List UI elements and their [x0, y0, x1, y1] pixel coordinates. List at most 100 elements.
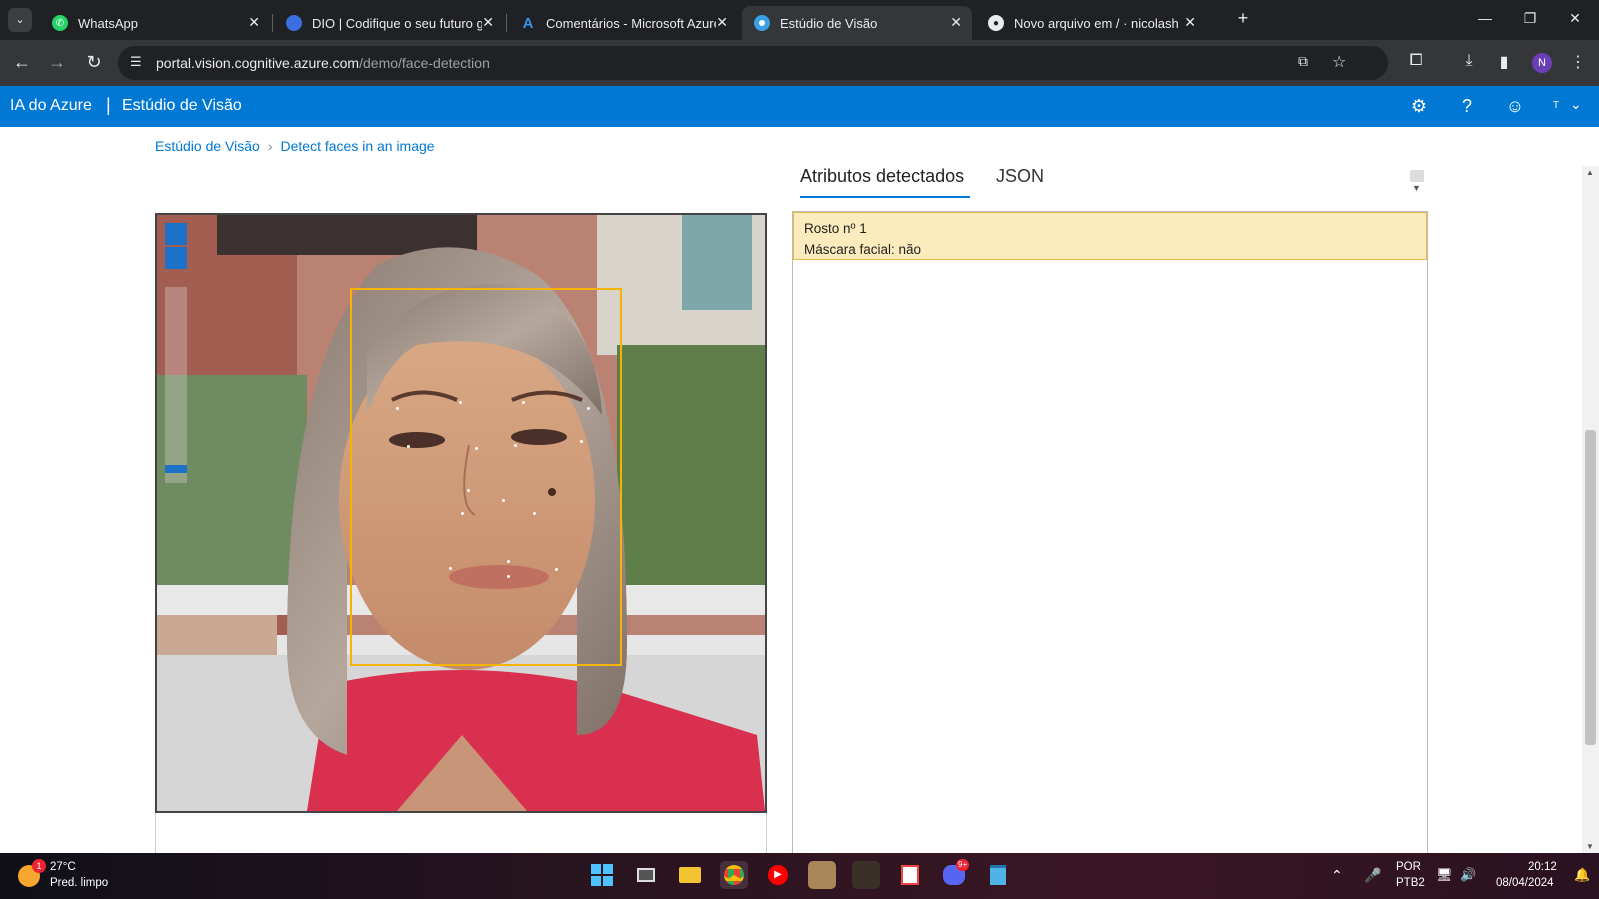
microphone-icon[interactable]: 🎤: [1364, 867, 1381, 884]
network-icon[interactable]: 🖥: [1436, 867, 1453, 883]
close-tab-icon[interactable]: ✕: [248, 14, 260, 31]
studio-title[interactable]: Estúdio de Visão: [122, 97, 242, 115]
new-tab-button[interactable]: +: [1228, 8, 1258, 29]
user-account-initial[interactable]: T: [1553, 100, 1559, 111]
results-scrollbar[interactable]: ▼: [1410, 168, 1424, 196]
zoom-slider-handle[interactable]: [165, 465, 187, 473]
weather-temp: 27°C: [50, 861, 76, 873]
zoom-in-button[interactable]: [165, 223, 187, 245]
snipping-tool-icon[interactable]: [896, 861, 924, 889]
page-scrollbar[interactable]: ▲ ▼: [1582, 166, 1599, 856]
azure-icon: A: [522, 14, 534, 32]
landmark-point: [522, 401, 525, 404]
weather-badge: 1: [32, 859, 46, 873]
address-bar[interactable]: ☰ portal.vision.cognitive.azure.com/demo…: [118, 46, 1388, 80]
zoom-out-button[interactable]: [165, 247, 187, 269]
bookmark-star-icon[interactable]: ☆: [1332, 52, 1346, 72]
language-bottom[interactable]: PTB2: [1396, 877, 1425, 889]
tab-detected-attributes[interactable]: Atributos detectados: [800, 166, 964, 187]
app-dark-thumbnail-icon[interactable]: [852, 861, 880, 889]
landmark-point: [449, 567, 452, 570]
image-panel-footer: [155, 813, 767, 853]
volume-icon[interactable]: 🔊: [1460, 867, 1476, 883]
azure-header: IA do Azure | Estúdio de Visão ⚙ ? ☺ T ⌄: [0, 86, 1599, 127]
language-top[interactable]: POR: [1396, 861, 1421, 873]
tab-separator: [506, 14, 507, 32]
breadcrumb-root-link[interactable]: Estúdio de Visão: [155, 138, 260, 154]
clock-time[interactable]: 20:12: [1528, 861, 1557, 873]
scroll-down-icon[interactable]: ▼: [1412, 183, 1421, 193]
landmark-point: [459, 401, 462, 404]
scroll-up-icon[interactable]: ▲: [1586, 168, 1594, 177]
tab-search-button[interactable]: ⌄: [8, 8, 32, 32]
landmark-point: [467, 489, 470, 492]
close-tab-icon[interactable]: ✕: [482, 14, 494, 31]
clock-date[interactable]: 08/04/2024: [1496, 877, 1554, 889]
browser-tab-strip: ⌄ ✆ WhatsApp ✕ DIO | Codifique o seu fut…: [0, 0, 1599, 40]
chevron-up-icon[interactable]: ⌃: [1331, 867, 1343, 884]
github-icon: ●: [988, 15, 1004, 31]
profile-avatar[interactable]: N: [1532, 53, 1552, 73]
browser-tab-azure[interactable]: A Comentários - Microsoft Azure ✕: [508, 6, 738, 40]
chrome-icon[interactable]: [720, 861, 748, 889]
scroll-thumb[interactable]: [1410, 170, 1424, 182]
browser-tab-dio[interactable]: DIO | Codifique o seu futuro gl ✕: [274, 6, 504, 40]
landmark-point: [507, 575, 510, 578]
close-window-icon[interactable]: ✕: [1560, 10, 1590, 27]
help-icon[interactable]: ?: [1455, 96, 1479, 117]
zoom-slider-track[interactable]: [165, 287, 187, 483]
settings-gear-icon[interactable]: ⚙: [1407, 96, 1431, 117]
forward-arrow-icon[interactable]: →: [46, 52, 68, 73]
brand-link[interactable]: IA do Azure: [10, 97, 92, 115]
url-text[interactable]: portal.vision.cognitive.azure.com/demo/f…: [156, 55, 490, 71]
landmark-point: [502, 499, 505, 502]
face-bounding-box[interactable]: [350, 288, 622, 666]
landmark-point: [461, 512, 464, 515]
page-scroll-thumb[interactable]: [1585, 430, 1596, 745]
restore-icon[interactable]: ❐: [1515, 10, 1545, 27]
close-tab-icon[interactable]: ✕: [716, 14, 728, 31]
whatsapp-icon: ✆: [52, 15, 68, 31]
feedback-smiley-icon[interactable]: ☺: [1503, 96, 1527, 117]
notepad-icon[interactable]: [984, 861, 1012, 889]
windows-start-icon[interactable]: [588, 861, 616, 889]
vision-studio-icon: [754, 15, 770, 31]
chevron-down-icon[interactable]: ⌄: [1570, 96, 1582, 113]
header-divider: |: [106, 95, 111, 115]
browser-tab-vision-studio[interactable]: Estúdio de Visão ✕: [742, 6, 972, 40]
landmark-point: [580, 440, 583, 443]
tab-separator: [272, 14, 273, 32]
face-title: Rosto nº 1: [804, 221, 867, 236]
notification-bell-icon[interactable]: 🔔: [1574, 867, 1590, 883]
dio-icon: [286, 15, 302, 31]
weather-widget[interactable]: 1 27°C Pred. limpo: [16, 859, 126, 895]
browser-menu-icon[interactable]: ⋮: [1567, 52, 1589, 72]
back-arrow-icon[interactable]: ←: [11, 52, 33, 73]
extensions-icon[interactable]: ⧠: [1405, 52, 1427, 70]
site-info-icon[interactable]: ☰: [130, 54, 142, 70]
scroll-down-icon[interactable]: ▼: [1586, 842, 1594, 851]
landmark-point: [587, 407, 590, 410]
side-panel-icon[interactable]: ▮: [1493, 52, 1515, 72]
app-thumbnail-icon[interactable]: [808, 861, 836, 889]
close-tab-icon[interactable]: ✕: [1184, 14, 1196, 31]
landmark-point: [555, 568, 558, 571]
youtube-music-icon[interactable]: ▶: [764, 861, 792, 889]
task-view-icon[interactable]: [632, 861, 660, 889]
discord-badge: 9+: [956, 859, 970, 871]
minimize-icon[interactable]: —: [1470, 10, 1500, 26]
landmark-point: [514, 444, 517, 447]
landmark-point: [396, 407, 399, 410]
reload-icon[interactable]: ↻: [83, 52, 105, 73]
download-icon[interactable]: ⤓: [1458, 52, 1480, 70]
detected-attributes-panel: Rosto nº 1 Máscara facial: não: [792, 211, 1428, 856]
tab-json[interactable]: JSON: [996, 166, 1044, 187]
browser-tab-github[interactable]: ● Novo arquivo em / · nicolashac ✕: [976, 6, 1206, 40]
translate-icon[interactable]: ⧉: [1298, 53, 1308, 70]
close-tab-icon[interactable]: ✕: [950, 14, 962, 31]
file-explorer-icon[interactable]: [676, 861, 704, 889]
analyzed-image-frame: [155, 213, 767, 813]
breadcrumb-current-link[interactable]: Detect faces in an image: [281, 138, 435, 154]
browser-tab-whatsapp[interactable]: ✆ WhatsApp ✕: [40, 6, 270, 40]
face-result-card[interactable]: Rosto nº 1 Máscara facial: não: [793, 212, 1427, 260]
